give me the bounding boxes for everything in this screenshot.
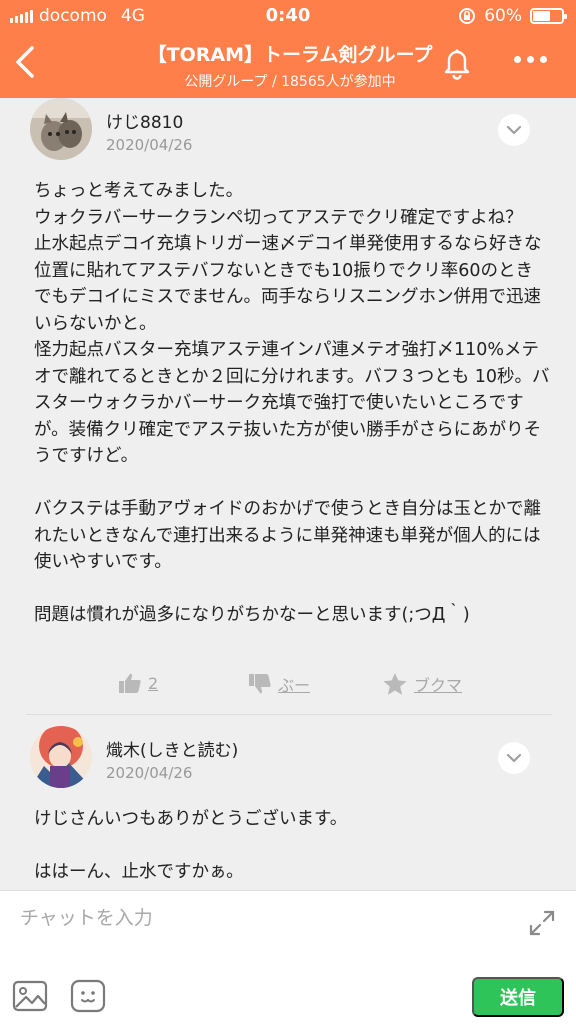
expand-input-button[interactable] bbox=[526, 907, 558, 939]
status-bar: docomo 4G 0:40 60% bbox=[0, 0, 576, 32]
post-menu-button[interactable] bbox=[498, 114, 530, 146]
post-body: けじさんいつもありがとうございます。 ははーん、止水ですかぁ。 bbox=[34, 806, 550, 886]
star-icon bbox=[383, 673, 407, 695]
post-author[interactable]: けじ8810 bbox=[106, 108, 183, 133]
notification-button[interactable] bbox=[440, 44, 474, 80]
post-actions: 2 ぶー ブクマ bbox=[0, 668, 576, 704]
like-count: 2 bbox=[148, 673, 159, 693]
image-icon bbox=[12, 980, 48, 1012]
post-body: ちょっと考えてみました。 ウォクラバーサークランペ切ってアステでクリ確定ですよね… bbox=[34, 178, 550, 629]
post-paragraph: バクステは手動アヴォイドのおかげで使うとき自分は玉とかで離れたいときなんで連打出… bbox=[34, 499, 541, 572]
page-title: 【TORAM】トーラム剣グループ bbox=[147, 44, 433, 66]
anime-character-avatar-icon bbox=[30, 726, 92, 788]
app-header: docomo 4G 0:40 60% 【TORAM】トーラム剣グループ 公開グル… bbox=[0, 0, 576, 98]
post-date: 2020/04/26 bbox=[106, 136, 193, 154]
avatar[interactable] bbox=[30, 726, 92, 788]
attach-image-button[interactable] bbox=[12, 979, 48, 1013]
bell-icon bbox=[444, 49, 470, 80]
post-menu-button[interactable] bbox=[498, 742, 530, 774]
post-paragraph: 問題は慣れが過多になりがちかなーと思います(;つД｀) bbox=[34, 605, 470, 625]
chevron-down-icon bbox=[506, 125, 522, 135]
send-button[interactable]: 送信 bbox=[472, 977, 564, 1017]
thumbs-down-icon bbox=[249, 674, 271, 694]
stamp-button[interactable] bbox=[70, 979, 106, 1013]
avatar[interactable] bbox=[30, 98, 92, 160]
boo-button[interactable]: ぶー bbox=[248, 672, 310, 696]
more-options-button[interactable] bbox=[514, 56, 554, 68]
more-dot-icon bbox=[540, 56, 547, 63]
group-subtitle: 公開グループ / 18565人が参加中 bbox=[184, 74, 396, 90]
group-title-block[interactable]: 【TORAM】トーラム剣グループ 公開グループ / 18565人が参加中 bbox=[90, 40, 490, 91]
more-dot-icon bbox=[527, 56, 534, 63]
cat-photo-avatar-icon bbox=[30, 98, 92, 160]
chat-input-bar: 送信 bbox=[0, 890, 576, 1024]
chat-input[interactable] bbox=[20, 901, 500, 935]
rotation-lock-icon bbox=[459, 8, 476, 24]
bookmark-label: ブクマ bbox=[414, 676, 463, 695]
nav-bar: 【TORAM】トーラム剣グループ 公開グループ / 18565人が参加中 bbox=[0, 32, 576, 98]
post-paragraph: ははーん、止水ですかぁ。 bbox=[34, 862, 244, 882]
smiley-face-icon bbox=[70, 979, 106, 1013]
post-author[interactable]: 熾木(しきと読む) bbox=[106, 736, 238, 761]
post-date: 2020/04/26 bbox=[106, 764, 193, 782]
thumbs-up-icon bbox=[119, 673, 141, 693]
back-button[interactable] bbox=[8, 42, 44, 82]
chevron-down-icon bbox=[506, 753, 522, 763]
more-dot-icon bbox=[514, 56, 521, 63]
boo-label: ぶー bbox=[278, 676, 311, 695]
battery-icon bbox=[530, 8, 567, 24]
bookmark-button[interactable]: ブクマ bbox=[382, 672, 462, 696]
post-paragraph: ちょっと考えてみました。 ウォクラバーサークランペ切ってアステでクリ確定ですよね… bbox=[34, 181, 550, 466]
status-right: 60% bbox=[458, 6, 567, 26]
like-button[interactable]: 2 bbox=[118, 672, 158, 694]
post-paragraph: けじさんいつもありがとうございます。 bbox=[34, 809, 348, 829]
expand-icon bbox=[529, 910, 555, 936]
battery-percent: 60% bbox=[484, 6, 522, 26]
post-divider bbox=[26, 714, 552, 715]
back-arrow-icon bbox=[16, 46, 34, 78]
